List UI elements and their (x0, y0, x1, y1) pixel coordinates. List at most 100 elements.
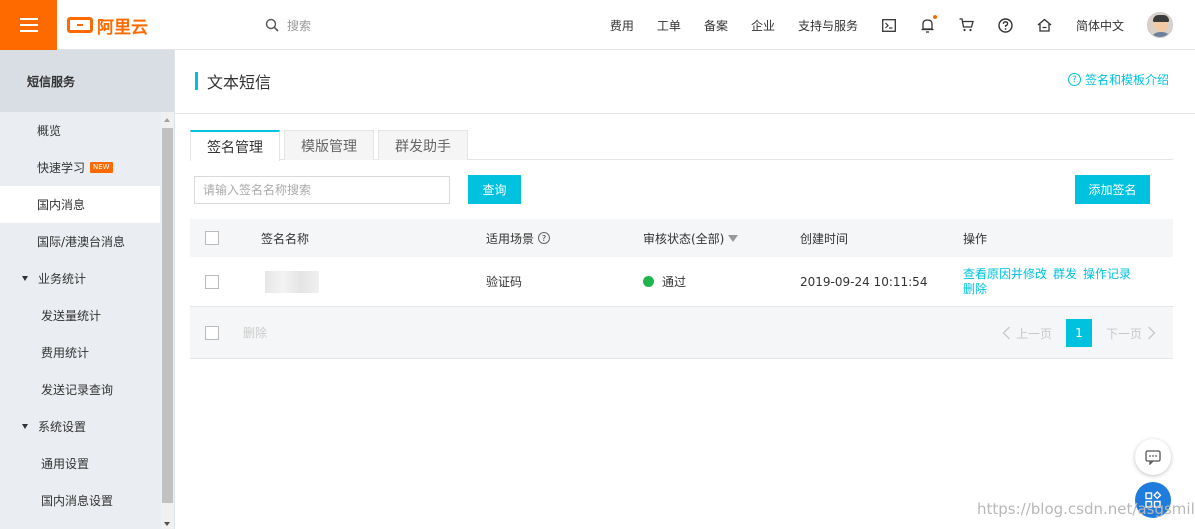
help-link-label: 签名和模板介绍 (1084, 73, 1169, 87)
footer-checkbox-cell (205, 307, 219, 358)
scene-cell: 验证码 (486, 275, 523, 289)
terminal-icon[interactable] (881, 17, 897, 33)
column-header-label: 审核状态(全部) (643, 231, 725, 246)
brand-logo[interactable]: 阿里云 (67, 11, 148, 39)
sidebar-item-international[interactable]: 国际/港澳台消息 (0, 223, 160, 260)
tab-templates[interactable]: 模版管理 (284, 130, 374, 160)
column-header-actions: 操作 (963, 231, 988, 246)
status-label: 通过 (662, 275, 687, 289)
scroll-up-arrow-icon[interactable] (164, 118, 170, 122)
avatar-hair (1153, 15, 1169, 22)
sidebar-item-overview[interactable]: 概览 (0, 112, 160, 149)
footer-select-checkbox[interactable] (205, 325, 219, 340)
column-header-name: 签名名称 (261, 231, 310, 246)
sidebar-group-statistics[interactable]: 业务统计 (0, 260, 160, 297)
operation-log-link[interactable]: 操作记录 (1083, 267, 1131, 282)
sidebar-item-send-records[interactable]: 发送记录查询 (0, 371, 160, 408)
sidebar-item-label: 发送量统计 (41, 309, 102, 323)
info-icon[interactable]: ? (538, 232, 551, 244)
view-reason-link[interactable]: 查看原因并修改 (963, 267, 1047, 282)
sidebar: 短信服务 概览 快速学习 NEW 国内消息 国际/港澳台消息 业务统计 发送量统计… (0, 50, 175, 529)
chevron-left-icon (1002, 326, 1010, 340)
menu-button[interactable] (0, 0, 57, 50)
caret-down-icon (22, 276, 28, 281)
sidebar-group-label: 系统设置 (38, 420, 87, 434)
status-cell: 通过 (643, 257, 686, 306)
search-icon (265, 18, 279, 32)
actions-cell: 查看原因并修改 群发 操作记录 删除 (963, 257, 1131, 306)
sidebar-item-label: 快速学习 (37, 161, 86, 175)
bulk-delete-button[interactable]: 删除 (243, 307, 267, 358)
page-header: 文本短信 ? 签名和模板介绍 (175, 50, 1195, 114)
sidebar-item-label: 通用设置 (41, 457, 90, 471)
page-number-current[interactable]: 1 (1065, 319, 1092, 347)
next-page-label: 下一页 (1105, 326, 1142, 341)
signature-name-redacted (265, 270, 319, 293)
nav-billing[interactable]: 费用 (610, 17, 634, 34)
sidebar-item-domestic[interactable]: 国内消息 (0, 186, 160, 223)
sidebar-item-label: 国际/港澳台消息 (37, 235, 126, 249)
sidebar-item-label: 国内消息设置 (41, 494, 114, 508)
signature-search-input[interactable] (194, 176, 450, 204)
row-checkbox[interactable] (205, 274, 219, 289)
chat-icon (1145, 449, 1161, 465)
table-footer: 删除 上一页 1 下一页 (190, 307, 1173, 359)
search-placeholder: 搜索 (287, 18, 312, 33)
watermark-text: https://blog.csdn.net/asgsmile (977, 500, 1195, 518)
nav-tickets[interactable]: 工单 (657, 17, 681, 34)
avatar-shirt (1150, 32, 1172, 37)
tab-bulk-send[interactable]: 群发助手 (378, 130, 468, 160)
header-checkbox-cell (205, 219, 219, 257)
column-header-label: 适用场景 (486, 231, 535, 246)
next-page-button[interactable]: 下一页 (1106, 325, 1156, 342)
delete-link[interactable]: 删除 (963, 282, 987, 297)
add-signature-button[interactable]: 添加签名 (1075, 175, 1150, 204)
bell-icon[interactable] (920, 15, 937, 33)
sidebar-title: 短信服务 (0, 50, 174, 112)
home-icon[interactable] (1037, 17, 1053, 33)
select-all-checkbox[interactable] (205, 231, 219, 245)
sidebar-item-cost-stats[interactable]: 费用统计 (0, 334, 160, 371)
menu-icon-line (19, 18, 38, 20)
table-row: 验证码 通过 2019-09-24 10:11:54 查看原因并修改 群发 操作… (190, 257, 1173, 307)
column-header-scene: 适用场景? (486, 219, 551, 257)
sidebar-group-settings[interactable]: 系统设置 (0, 408, 160, 445)
language-switch[interactable]: 简体中文 (1076, 17, 1124, 34)
sidebar-scroll-thumb[interactable] (162, 128, 173, 503)
menu-icon-line (19, 30, 38, 32)
top-nav: 费用 工单 备案 企业 支持与服务 简体中文 (610, 0, 1195, 50)
chat-button[interactable] (1135, 439, 1171, 475)
global-search[interactable]: 搜索 (265, 15, 311, 35)
nav-support[interactable]: 支持与服务 (798, 17, 858, 34)
prev-page-label: 上一页 (1015, 326, 1052, 341)
sidebar-item-general-settings[interactable]: 通用设置 (0, 445, 160, 482)
sidebar-item-send-stats[interactable]: 发送量统计 (0, 297, 160, 334)
nav-enterprise[interactable]: 企业 (751, 17, 775, 34)
prev-page-button[interactable]: 上一页 (1002, 325, 1052, 342)
query-button[interactable]: 查询 (468, 175, 521, 204)
tab-signatures[interactable]: 签名管理 (190, 130, 280, 161)
signature-table: 签名名称 适用场景? 审核状态(全部) 创建时间 操作 验证码 通过 2019-… (190, 219, 1173, 359)
row-checkbox-cell (205, 257, 219, 306)
cart-icon[interactable] (959, 17, 975, 33)
user-avatar[interactable] (1147, 12, 1173, 38)
help-icon[interactable] (998, 17, 1014, 33)
status-success-icon (643, 276, 654, 287)
sidebar-item-domestic-settings[interactable]: 国内消息设置 (0, 482, 160, 519)
bulk-send-link[interactable]: 群发 (1053, 267, 1077, 282)
table-header: 签名名称 适用场景? 审核状态(全部) 创建时间 操作 (190, 219, 1173, 257)
nav-icp[interactable]: 备案 (704, 17, 728, 34)
sidebar-item-label: 概览 (37, 124, 62, 138)
sidebar-item-quickstart[interactable]: 快速学习 NEW (0, 149, 160, 186)
menu-icon-line (19, 24, 38, 26)
caret-down-icon (22, 424, 28, 429)
help-link[interactable]: ? 签名和模板介绍 (1067, 71, 1169, 88)
filter-icon[interactable] (728, 234, 739, 242)
aliyun-logo-icon (67, 17, 93, 33)
sidebar-group-label: 业务统计 (38, 272, 87, 286)
scroll-down-arrow-icon[interactable] (164, 522, 170, 526)
column-header-status[interactable]: 审核状态(全部) (643, 219, 739, 257)
signature-name-cell (265, 257, 319, 306)
sidebar-item-label: 发送记录查询 (41, 383, 114, 397)
top-bar: 阿里云 搜索 费用 工单 备案 企业 支持与服务 简体中文 (0, 0, 1195, 50)
